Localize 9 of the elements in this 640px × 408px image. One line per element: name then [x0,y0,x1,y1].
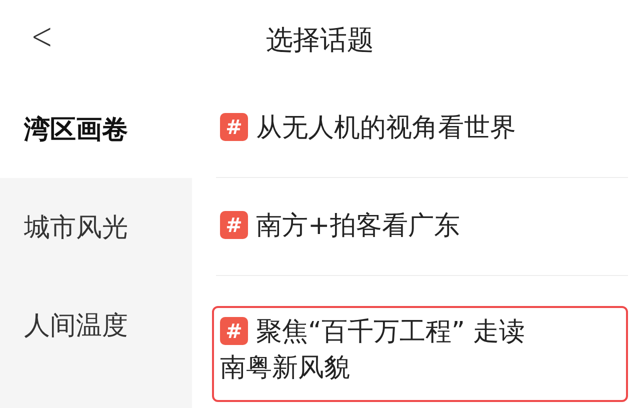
page-title: 选择话题 [266,24,374,58]
hashtag-badge: # [220,211,248,240]
category-tab[interactable]: 湾区画卷 [0,80,192,178]
back-button[interactable]: < [25,14,59,58]
topic-item[interactable]: # 从无人机的视角看世界 [216,80,628,178]
hashtag-badge: # [220,317,248,345]
hashtag-badge: # [220,113,248,142]
topic-item[interactable]: # 聚焦“百千万工程” 走读南粤新风貌 [212,306,628,402]
topic-item[interactable]: # 南方+拍客看广东 [216,178,628,276]
